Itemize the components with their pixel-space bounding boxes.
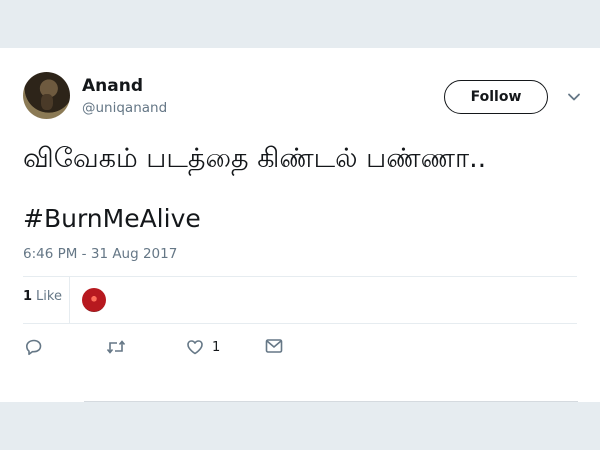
page-footer-background xyxy=(0,402,600,450)
tweet-timestamp[interactable]: 6:46 PM - 31 Aug 2017 xyxy=(23,246,177,262)
card-bottom-strip xyxy=(0,384,600,402)
divider xyxy=(69,277,70,323)
retweet-button[interactable] xyxy=(106,338,126,356)
follow-button[interactable]: Follow xyxy=(444,80,548,114)
tweet-text: விவேகம் படத்தை கிண்டல் பண்ணா.. xyxy=(23,143,487,174)
like-action-count: 1 xyxy=(212,339,221,355)
liker-avatar[interactable] xyxy=(82,288,106,312)
like-button[interactable]: 1 xyxy=(186,338,220,356)
divider xyxy=(23,276,577,277)
avatar[interactable] xyxy=(23,72,70,119)
divider xyxy=(84,401,578,402)
reply-icon xyxy=(26,339,42,356)
like-count: 1 xyxy=(23,289,33,304)
likes-summary[interactable]: 1 Like xyxy=(23,289,62,304)
direct-message-button[interactable] xyxy=(265,338,283,354)
author-name[interactable]: Anand xyxy=(82,76,143,96)
heart-icon xyxy=(187,340,203,355)
retweet-icon xyxy=(106,340,126,354)
direct-message-icon xyxy=(265,339,283,353)
like-label: Like xyxy=(36,289,62,304)
divider xyxy=(23,323,577,324)
reply-button[interactable] xyxy=(25,338,43,356)
chevron-down-icon[interactable] xyxy=(567,90,581,104)
author-handle[interactable]: @uniqanand xyxy=(82,100,167,116)
hashtag-link[interactable]: #BurnMeAlive xyxy=(23,203,201,235)
